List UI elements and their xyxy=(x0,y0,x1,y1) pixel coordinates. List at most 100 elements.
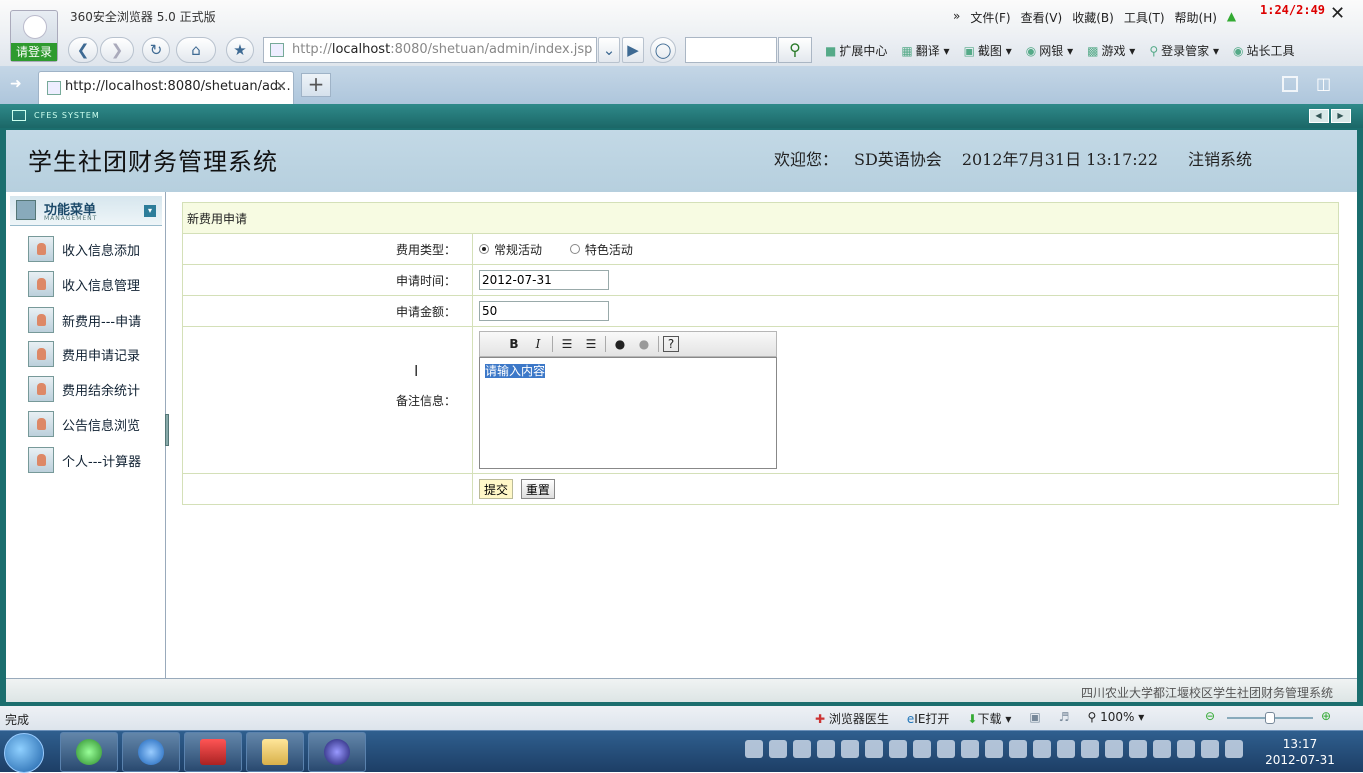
help-icon[interactable]: ? xyxy=(663,336,679,352)
italic-icon[interactable]: I xyxy=(528,335,548,353)
forward-button[interactable]: ❯ xyxy=(100,37,134,63)
tab-close-icon[interactable]: ✕ xyxy=(275,72,287,102)
search-input[interactable] xyxy=(685,37,777,63)
login-manager-link[interactable]: ⚲ 登录管家 ▾ xyxy=(1149,42,1219,59)
sidebar-item-notices[interactable]: 公告信息浏览 xyxy=(28,411,140,437)
download-link[interactable]: ⬇下载 ▾ xyxy=(967,710,1011,727)
tray-icon[interactable] xyxy=(1201,740,1219,758)
address-bar[interactable]: http://localhost:8080/shetuan/admin/inde… xyxy=(263,37,597,63)
submit-button[interactable]: 提交 xyxy=(479,479,514,499)
tray-icon[interactable] xyxy=(1033,740,1051,758)
taskbar-ie[interactable] xyxy=(122,732,180,772)
tray-icon[interactable] xyxy=(865,740,883,758)
sidebar-toggle-icon[interactable]: ➜ xyxy=(10,76,22,92)
radio-regular[interactable]: 常规活动 xyxy=(479,241,542,258)
collapse-icon[interactable]: ▾ xyxy=(144,205,156,217)
screenshot-link[interactable]: ▣ 截图 ▾ xyxy=(964,42,1012,59)
menu-favorites[interactable]: 收藏(B) xyxy=(1072,9,1114,26)
tray-icon[interactable] xyxy=(1129,740,1147,758)
welcome-bar: 欢迎您： SD英语协会 2012年7月31日 13:17:22 注销系统 xyxy=(774,146,1252,170)
sidebar-item-expense-records[interactable]: 费用申请记录 xyxy=(28,341,140,367)
refresh-button[interactable]: ↻ xyxy=(142,37,170,63)
reset-button[interactable]: 重置 xyxy=(520,479,555,499)
doctor-label: 浏览器医生 xyxy=(828,712,889,726)
menu-tools[interactable]: 工具(T) xyxy=(1124,9,1165,26)
favorite-button[interactable]: ★ xyxy=(226,37,254,63)
taskbar-toolbox[interactable] xyxy=(184,732,242,772)
tray-icon[interactable] xyxy=(769,740,787,758)
search-button[interactable]: ⚲ xyxy=(778,37,812,63)
link-icon[interactable]: ● xyxy=(610,335,630,353)
zoom-out-icon[interactable]: ⊖ xyxy=(1205,709,1215,723)
webmaster-tools-link[interactable]: ◉ 站长工具 xyxy=(1233,42,1295,59)
taskbar-eclipse[interactable] xyxy=(308,732,366,772)
tray-icon[interactable] xyxy=(793,740,811,758)
logout-link[interactable]: 注销系统 xyxy=(1188,146,1252,170)
translate-link[interactable]: ▦ 翻译 ▾ xyxy=(901,42,949,59)
sidebar-item-new-expense[interactable]: 新费用---申请 xyxy=(28,307,141,333)
sidebar-item-calculator[interactable]: 个人---计算器 xyxy=(28,447,141,473)
bold-icon[interactable]: B xyxy=(504,335,524,353)
sidebar-item-income-add[interactable]: 收入信息添加 xyxy=(28,236,140,262)
zoom-in-icon[interactable]: ⊕ xyxy=(1321,709,1331,723)
trash-icon[interactable]: ◫ xyxy=(1316,74,1331,93)
tray-icon[interactable] xyxy=(1009,740,1027,758)
back-button[interactable]: ❮ xyxy=(68,37,98,63)
security-button[interactable]: ◯ xyxy=(650,37,676,63)
tray-icon[interactable] xyxy=(841,740,859,758)
menu-help[interactable]: 帮助(H) xyxy=(1175,9,1217,26)
frame-prev-icon[interactable]: ◀ xyxy=(1309,109,1329,123)
tray-icon[interactable] xyxy=(961,740,979,758)
menu-file[interactable]: 文件(F) xyxy=(970,9,1010,26)
home-button[interactable]: ⌂ xyxy=(176,37,216,63)
zoom-control[interactable]: ⚲ 100% ▾ xyxy=(1087,710,1144,727)
ebank-link[interactable]: ◉ 网银 ▾ xyxy=(1026,42,1073,59)
browser-doctor-link[interactable]: ✚ 浏览器医生 xyxy=(815,710,889,727)
zoom-slider[interactable]: ⊖ ⊕ xyxy=(1205,709,1335,725)
taskbar-360-browser[interactable] xyxy=(60,732,118,772)
tray-icon[interactable] xyxy=(1153,740,1171,758)
unordered-list-icon[interactable]: ☰ xyxy=(581,335,601,353)
window-icon[interactable]: ▣ xyxy=(1029,710,1040,727)
tray-icon[interactable] xyxy=(745,740,763,758)
note-textarea[interactable]: 请输入内容 xyxy=(479,357,777,469)
sidebar-item-income-manage[interactable]: 收入信息管理 xyxy=(28,271,140,297)
restore-tabs-icon[interactable] xyxy=(1282,76,1298,92)
new-tab-button[interactable]: + xyxy=(301,73,331,97)
tray-icon[interactable] xyxy=(985,740,1003,758)
taskbar-explorer[interactable] xyxy=(246,732,304,772)
tray-clock[interactable]: 13:17 2012-07-31 xyxy=(1265,736,1335,768)
skin-icon[interactable]: ▲ xyxy=(1227,9,1236,26)
sidebar-splitter[interactable] xyxy=(165,414,169,446)
date-input[interactable] xyxy=(479,270,609,290)
login-avatar[interactable]: 请登录 xyxy=(10,10,58,62)
tray-icon[interactable] xyxy=(817,740,835,758)
tray-icon[interactable] xyxy=(913,740,931,758)
start-button[interactable] xyxy=(4,733,44,773)
tray-icon[interactable] xyxy=(1081,740,1099,758)
volume-icon[interactable] xyxy=(1225,740,1243,758)
amount-input[interactable] xyxy=(479,301,609,321)
go-button[interactable]: ▶ xyxy=(622,37,644,63)
zoom-knob[interactable] xyxy=(1265,712,1275,724)
unlink-icon[interactable]: ● xyxy=(634,335,654,353)
login-button[interactable]: 请登录 xyxy=(11,43,57,61)
address-dropdown[interactable]: ⌄ xyxy=(598,37,620,63)
games-link[interactable]: ▩ 游戏 ▾ xyxy=(1087,42,1135,59)
close-window-icon[interactable]: ✕ xyxy=(1330,3,1345,24)
extensions-link[interactable]: ■ 扩展中心 xyxy=(825,42,887,59)
tray-icon[interactable] xyxy=(1057,740,1075,758)
volume-icon[interactable]: ♬ xyxy=(1059,710,1070,727)
tray-icon[interactable] xyxy=(1105,740,1123,758)
tray-icon[interactable] xyxy=(937,740,955,758)
tray-icon[interactable] xyxy=(1177,740,1195,758)
radio-special[interactable]: 特色活动 xyxy=(569,241,633,258)
tray-icon[interactable] xyxy=(889,740,907,758)
ie-open-link[interactable]: eIE打开 xyxy=(907,710,950,727)
sidebar-item-balance-stats[interactable]: 费用结余统计 xyxy=(28,376,140,402)
menu-expand-icon[interactable]: » xyxy=(953,9,960,26)
ordered-list-icon[interactable]: ☰ xyxy=(557,335,577,353)
menu-view[interactable]: 查看(V) xyxy=(1021,9,1063,26)
tab-active[interactable]: http://localhost:8080/shetuan/ad... ✕ xyxy=(38,71,294,104)
frame-next-icon[interactable]: ▶ xyxy=(1331,109,1351,123)
